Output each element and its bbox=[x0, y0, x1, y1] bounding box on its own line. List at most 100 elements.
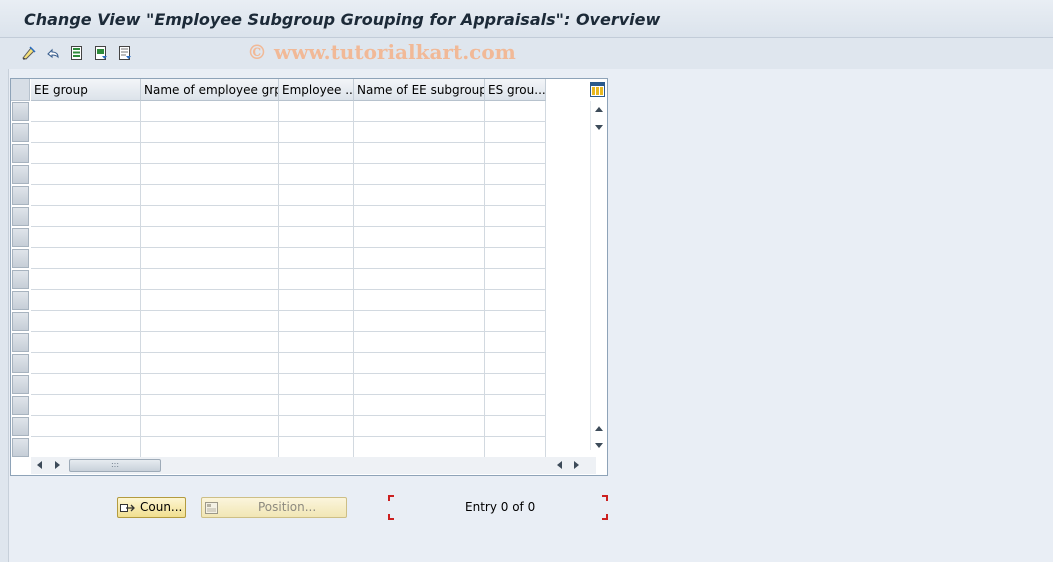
table-cell[interactable] bbox=[354, 101, 485, 122]
table-cell[interactable] bbox=[279, 416, 354, 437]
position-button[interactable]: Position... bbox=[201, 497, 347, 518]
table-cell[interactable] bbox=[31, 227, 141, 248]
table-cell[interactable] bbox=[141, 353, 279, 374]
table-cell[interactable] bbox=[485, 101, 546, 122]
row-selector[interactable] bbox=[12, 375, 29, 394]
row-selector[interactable] bbox=[12, 312, 29, 331]
table-cell[interactable] bbox=[141, 164, 279, 185]
table-cell[interactable] bbox=[279, 353, 354, 374]
table-cell[interactable] bbox=[354, 164, 485, 185]
select-all-rows-header[interactable] bbox=[11, 79, 30, 101]
vertical-scrollbar[interactable] bbox=[590, 101, 607, 450]
scroll-left-icon[interactable] bbox=[37, 461, 42, 469]
scroll-page-up-icon[interactable] bbox=[595, 426, 603, 431]
column-header-ee-group[interactable]: EE group bbox=[31, 79, 141, 101]
table-cell[interactable] bbox=[141, 437, 279, 458]
table-cell[interactable] bbox=[31, 185, 141, 206]
row-selector[interactable] bbox=[12, 438, 29, 457]
scroll-right-icon[interactable] bbox=[55, 461, 60, 469]
table-cell[interactable] bbox=[279, 374, 354, 395]
table-cell[interactable] bbox=[279, 248, 354, 269]
undo-icon[interactable] bbox=[44, 44, 62, 62]
table-cell[interactable] bbox=[31, 206, 141, 227]
table-cell[interactable] bbox=[485, 164, 546, 185]
table-cell[interactable] bbox=[141, 416, 279, 437]
table-cell[interactable] bbox=[485, 332, 546, 353]
table-cell[interactable] bbox=[354, 185, 485, 206]
table-cell[interactable] bbox=[279, 269, 354, 290]
table-cell[interactable] bbox=[354, 290, 485, 311]
row-selector[interactable] bbox=[12, 333, 29, 352]
table-cell[interactable] bbox=[141, 395, 279, 416]
table-cell[interactable] bbox=[141, 332, 279, 353]
row-selector[interactable] bbox=[12, 396, 29, 415]
table-cell[interactable] bbox=[31, 353, 141, 374]
table-cell[interactable] bbox=[354, 395, 485, 416]
table-cell[interactable] bbox=[354, 122, 485, 143]
table-cell[interactable] bbox=[31, 248, 141, 269]
table-cell[interactable] bbox=[354, 353, 485, 374]
table-cell[interactable] bbox=[141, 227, 279, 248]
row-selector[interactable] bbox=[12, 144, 29, 163]
table-cell[interactable] bbox=[485, 248, 546, 269]
table-cell[interactable] bbox=[31, 269, 141, 290]
table-cell[interactable] bbox=[354, 248, 485, 269]
row-selector[interactable] bbox=[12, 207, 29, 226]
row-selector[interactable] bbox=[12, 291, 29, 310]
table-cell[interactable] bbox=[354, 437, 485, 458]
table-cell[interactable] bbox=[279, 143, 354, 164]
table-cell[interactable] bbox=[485, 311, 546, 332]
scroll-right-end-icon[interactable] bbox=[574, 461, 579, 469]
table-cell[interactable] bbox=[141, 311, 279, 332]
table-cell[interactable] bbox=[279, 206, 354, 227]
scroll-left-end-icon[interactable] bbox=[557, 461, 562, 469]
table-cell[interactable] bbox=[485, 227, 546, 248]
column-header-employee-subgroup[interactable]: Employee ... bbox=[279, 79, 354, 101]
table-cell[interactable] bbox=[279, 395, 354, 416]
table-cell[interactable] bbox=[31, 374, 141, 395]
count-button[interactable]: Coun... bbox=[117, 497, 186, 518]
row-selector[interactable] bbox=[12, 186, 29, 205]
table-cell[interactable] bbox=[354, 206, 485, 227]
table-cell[interactable] bbox=[31, 437, 141, 458]
table-settings-icon[interactable] bbox=[589, 81, 606, 98]
column-header-es-grouping[interactable]: ES grou... bbox=[485, 79, 546, 101]
scroll-down-icon[interactable] bbox=[595, 443, 603, 448]
table-cell[interactable] bbox=[31, 290, 141, 311]
table-cell[interactable] bbox=[354, 374, 485, 395]
table-cell[interactable] bbox=[354, 269, 485, 290]
table-cell[interactable] bbox=[31, 395, 141, 416]
row-selector[interactable] bbox=[12, 165, 29, 184]
table-cell[interactable] bbox=[485, 416, 546, 437]
scroll-page-down-icon[interactable] bbox=[595, 125, 603, 130]
table-cell[interactable] bbox=[279, 185, 354, 206]
deselect-all-icon[interactable] bbox=[116, 44, 134, 62]
table-cell[interactable] bbox=[279, 122, 354, 143]
table-cell[interactable] bbox=[354, 332, 485, 353]
row-selector[interactable] bbox=[12, 417, 29, 436]
table-cell[interactable] bbox=[279, 311, 354, 332]
table-cell[interactable] bbox=[31, 416, 141, 437]
table-cell[interactable] bbox=[485, 437, 546, 458]
table-cell[interactable] bbox=[485, 185, 546, 206]
table-cell[interactable] bbox=[141, 206, 279, 227]
row-selector[interactable] bbox=[12, 270, 29, 289]
table-cell[interactable] bbox=[485, 143, 546, 164]
row-selector[interactable] bbox=[12, 102, 29, 121]
table-cell[interactable] bbox=[31, 122, 141, 143]
row-selector[interactable] bbox=[12, 354, 29, 373]
table-cell[interactable] bbox=[141, 248, 279, 269]
table-cell[interactable] bbox=[279, 164, 354, 185]
table-cell[interactable] bbox=[279, 101, 354, 122]
table-cell[interactable] bbox=[354, 311, 485, 332]
column-header-name-of-employee-grp[interactable]: Name of employee grp bbox=[141, 79, 279, 101]
table-cell[interactable] bbox=[141, 143, 279, 164]
table-cell[interactable] bbox=[141, 374, 279, 395]
table-cell[interactable] bbox=[141, 185, 279, 206]
table-cell[interactable] bbox=[141, 101, 279, 122]
table-cell[interactable] bbox=[31, 101, 141, 122]
table-cell[interactable] bbox=[485, 269, 546, 290]
table-cell[interactable] bbox=[485, 122, 546, 143]
select-block-icon[interactable] bbox=[92, 44, 110, 62]
table-cell[interactable] bbox=[31, 332, 141, 353]
